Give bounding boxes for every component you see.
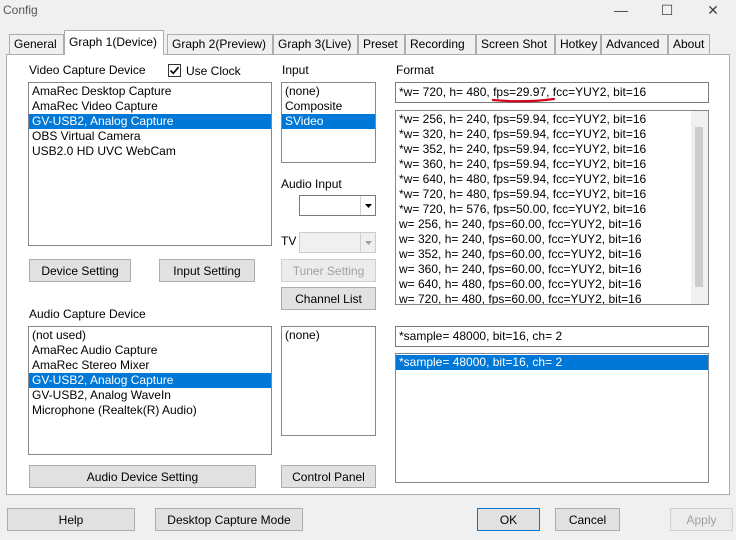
desktop-capture-mode-button[interactable]: Desktop Capture Mode <box>155 508 303 531</box>
list-item-selected[interactable]: *sample= 48000, bit=16, ch= 2 <box>396 355 708 370</box>
list-item[interactable]: GV-USB2, Analog WaveIn <box>29 388 271 403</box>
tab-hotkey[interactable]: Hotkey <box>555 34 601 54</box>
tab-recording[interactable]: Recording <box>405 34 476 54</box>
audio-format-list[interactable]: *sample= 48000, bit=16, ch= 2 <box>395 353 709 483</box>
list-item-selected[interactable]: GV-USB2, Analog Capture <box>29 373 271 388</box>
input-label: Input <box>282 63 309 77</box>
ok-button[interactable]: OK <box>477 508 540 531</box>
list-item[interactable]: w= 320, h= 240, fps=60.00, fcc=YUY2, bit… <box>396 232 692 247</box>
tab-graph2-preview[interactable]: Graph 2(Preview) <box>167 34 273 54</box>
audio-input-list[interactable]: (none) <box>281 326 376 436</box>
video-device-list[interactable]: AmaRec Desktop Capture AmaRec Video Capt… <box>28 82 272 246</box>
use-clock-label: Use Clock <box>186 64 241 78</box>
format-list-scrollbar[interactable] <box>691 111 708 304</box>
tab-graph3-live[interactable]: Graph 3(Live) <box>273 34 358 54</box>
device-setting-button[interactable]: Device Setting <box>29 259 131 282</box>
tv-dropdown[interactable] <box>299 232 376 253</box>
tab-screen-shot[interactable]: Screen Shot <box>476 34 555 54</box>
video-capture-device-label: Video Capture Device <box>29 63 146 77</box>
list-item-selected[interactable]: GV-USB2, Analog Capture <box>29 114 271 129</box>
list-item[interactable]: AmaRec Stereo Mixer <box>29 358 271 373</box>
apply-button[interactable]: Apply <box>670 508 733 531</box>
audio-input-label: Audio Input <box>281 177 342 191</box>
list-item[interactable]: AmaRec Video Capture <box>29 99 271 114</box>
chevron-down-icon <box>360 196 375 215</box>
list-item[interactable]: AmaRec Audio Capture <box>29 343 271 358</box>
list-item[interactable]: *w= 320, h= 240, fps=59.94, fcc=YUY2, bi… <box>396 127 692 142</box>
control-panel-button[interactable]: Control Panel <box>281 465 376 488</box>
tab-graph1-device[interactable]: Graph 1(Device) <box>64 30 164 55</box>
list-item[interactable]: *w= 352, h= 240, fps=59.94, fcc=YUY2, bi… <box>396 142 692 157</box>
maximize-icon[interactable]: ☐ <box>644 0 690 22</box>
tuner-setting-button[interactable]: Tuner Setting <box>281 259 376 282</box>
audio-capture-device-label: Audio Capture Device <box>29 307 146 321</box>
format-list[interactable]: *w= 256, h= 240, fps=59.94, fcc=YUY2, bi… <box>395 110 709 305</box>
input-setting-button[interactable]: Input Setting <box>159 259 255 282</box>
tv-label: TV <box>281 234 297 248</box>
chevron-down-icon <box>360 233 375 252</box>
help-button[interactable]: Help <box>7 508 135 531</box>
window-title: Config <box>3 3 38 17</box>
list-item[interactable]: *w= 640, h= 480, fps=59.94, fcc=YUY2, bi… <box>396 172 692 187</box>
list-item[interactable]: *w= 360, h= 240, fps=59.94, fcc=YUY2, bi… <box>396 157 692 172</box>
list-item[interactable]: OBS Virtual Camera <box>29 129 271 144</box>
list-item[interactable]: (not used) <box>29 328 271 343</box>
title-bar: Config — ☐ ✕ <box>0 0 736 24</box>
list-item[interactable]: Composite <box>282 99 375 114</box>
red-underline-annotation <box>491 97 556 103</box>
input-list[interactable]: (none) Composite SVideo <box>281 82 376 163</box>
list-item[interactable]: *w= 256, h= 240, fps=59.94, fcc=YUY2, bi… <box>396 112 692 127</box>
audio-format-current-field[interactable]: *sample= 48000, bit=16, ch= 2 <box>395 326 709 347</box>
list-item[interactable]: w= 720, h= 480, fps=60.00, fcc=YUY2, bit… <box>396 292 692 304</box>
list-item[interactable]: w= 640, h= 480, fps=60.00, fcc=YUY2, bit… <box>396 277 692 292</box>
audio-input-dropdown[interactable] <box>299 195 376 216</box>
list-item[interactable]: AmaRec Desktop Capture <box>29 84 271 99</box>
tab-advanced[interactable]: Advanced <box>601 34 668 54</box>
list-item-selected[interactable]: SVideo <box>282 114 375 129</box>
list-item[interactable]: *w= 720, h= 480, fps=59.94, fcc=YUY2, bi… <box>396 187 692 202</box>
tab-preset[interactable]: Preset <box>358 34 405 54</box>
audio-device-list[interactable]: (not used) AmaRec Audio Capture AmaRec S… <box>28 326 272 455</box>
list-item[interactable]: w= 352, h= 240, fps=60.00, fcc=YUY2, bit… <box>396 247 692 262</box>
use-clock-checkbox[interactable] <box>168 64 181 77</box>
list-item[interactable]: (none) <box>282 328 375 343</box>
minimize-icon[interactable]: — <box>598 0 644 22</box>
list-item[interactable]: *w= 720, h= 576, fps=50.00, fcc=YUY2, bi… <box>396 202 692 217</box>
format-label: Format <box>396 63 435 77</box>
tab-bar: General Graph 1(Device) Graph 2(Preview)… <box>6 30 730 55</box>
list-item[interactable]: (none) <box>282 84 375 99</box>
cancel-button[interactable]: Cancel <box>555 508 620 531</box>
checkmark-icon <box>169 66 180 75</box>
close-icon[interactable]: ✕ <box>690 0 736 22</box>
list-item[interactable]: Microphone (Realtek(R) Audio) <box>29 403 271 418</box>
scrollbar-thumb[interactable] <box>695 127 703 287</box>
channel-list-button[interactable]: Channel List <box>281 287 376 310</box>
list-item[interactable]: w= 360, h= 240, fps=60.00, fcc=YUY2, bit… <box>396 262 692 277</box>
list-item[interactable]: USB2.0 HD UVC WebCam <box>29 144 271 159</box>
list-item[interactable]: w= 256, h= 240, fps=60.00, fcc=YUY2, bit… <box>396 217 692 232</box>
tab-about[interactable]: About <box>668 34 710 54</box>
audio-device-setting-button[interactable]: Audio Device Setting <box>29 465 256 488</box>
tab-general[interactable]: General <box>9 34 64 54</box>
